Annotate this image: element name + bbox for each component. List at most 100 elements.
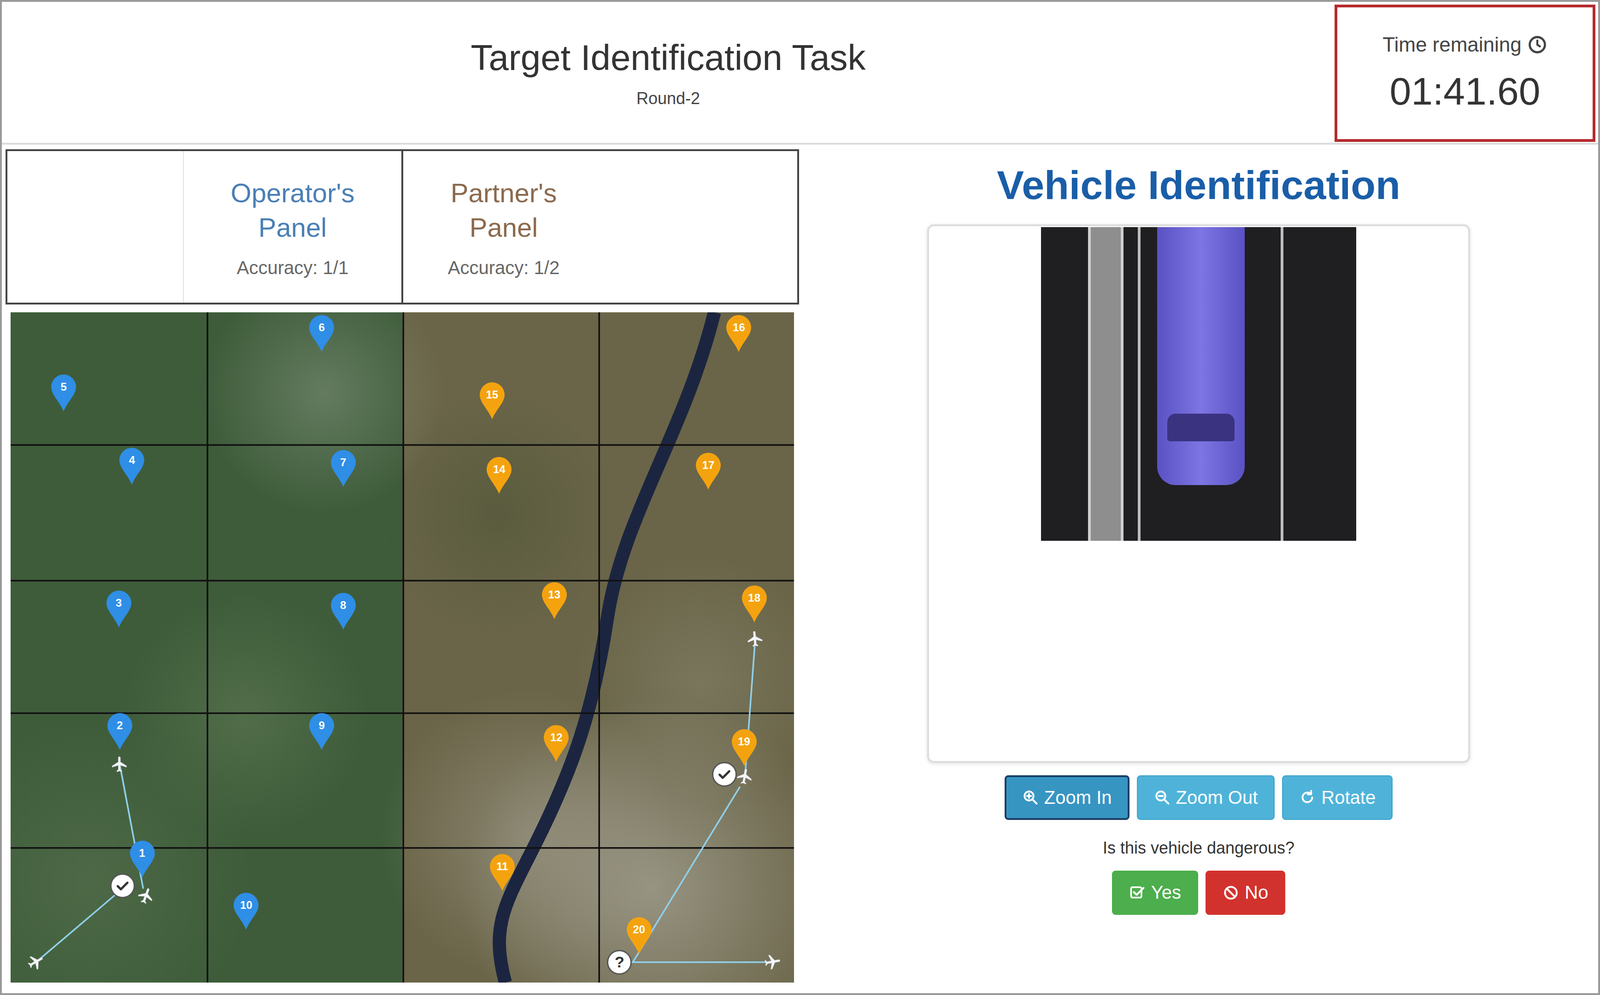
timer-label-text: Time remaining	[1382, 33, 1522, 57]
answer-button[interactable]: Yes	[1111, 870, 1199, 916]
panel-header: Operator's Panel Accuracy: 1/1 Partner's P…	[5, 149, 800, 305]
target-pin[interactable]: 2	[106, 712, 134, 752]
target-pin[interactable]: 17	[694, 452, 722, 491]
image-tool-button[interactable]: Zoom Out	[1136, 775, 1276, 821]
target-pin[interactable]: 6	[308, 314, 336, 353]
target-pin[interactable]: 10	[232, 892, 260, 931]
grid-line	[10, 444, 795, 447]
vehicle-title: Vehicle Identification	[996, 160, 1400, 210]
drone-icon[interactable]	[747, 630, 763, 648]
panel-header-rest	[604, 151, 798, 303]
answer-button[interactable]: No	[1205, 870, 1286, 916]
photo-road-edge	[1088, 227, 1124, 542]
target-pin[interactable]: 1	[129, 840, 156, 879]
pin-label: 11	[488, 853, 516, 881]
round-label: Round-2	[636, 88, 700, 109]
target-pin[interactable]: 14	[485, 456, 513, 495]
grid-line	[206, 312, 209, 983]
content: Operator's Panel Accuracy: 1/1 Partner's P…	[1, 144, 1599, 994]
image-tool-button[interactable]: Zoom In	[1004, 775, 1130, 821]
target-pin[interactable]: 4	[118, 447, 146, 486]
pin-label: 18	[741, 584, 768, 612]
answer-label: Yes	[1151, 882, 1182, 904]
target-pin[interactable]: 18	[741, 584, 768, 624]
pin-label: 14	[485, 456, 513, 483]
target-pin[interactable]: 16	[725, 314, 753, 353]
check-icon	[716, 766, 733, 783]
tool-label: Zoom Out	[1176, 787, 1259, 809]
grid-line	[10, 580, 795, 583]
target-pin[interactable]: 13	[541, 581, 568, 621]
title-area: Target Identification Task Round-2	[1, 1, 1335, 143]
pin-label: 1	[129, 840, 156, 867]
target-pin[interactable]: 19	[730, 728, 758, 768]
map-section: Operator's Panel Accuracy: 1/1 Partner's P…	[5, 149, 800, 994]
pin-label: 10	[232, 892, 260, 919]
image-tool-button[interactable]: Rotate	[1282, 775, 1393, 821]
answer-label: No	[1244, 882, 1269, 904]
target-pin[interactable]: 15	[478, 381, 506, 421]
task-title: Target Identification Task	[470, 36, 866, 79]
pin-label: 4	[118, 447, 146, 474]
pin-label: 17	[694, 452, 722, 479]
pin-label: 9	[308, 712, 336, 740]
panel-accuracy: Accuracy: 1/1	[236, 257, 349, 279]
target-pin[interactable]: 12	[542, 724, 570, 764]
checked-badge	[711, 762, 737, 788]
pin-label: 20	[625, 916, 653, 944]
grid-line	[10, 712, 795, 715]
pending-badge: ?	[606, 950, 632, 976]
target-pin[interactable]: 9	[308, 712, 336, 752]
target-pin[interactable]: 11	[488, 853, 516, 893]
drone-icon[interactable]	[25, 952, 47, 973]
pin-label: 12	[542, 724, 570, 752]
pin-label: 15	[478, 381, 506, 409]
target-identification-app: Target Identification Task Round-2 Time re…	[0, 0, 1600, 995]
vehicle-photo	[1041, 227, 1357, 542]
photo-windshield	[1167, 413, 1235, 442]
photo-vehicle	[1157, 227, 1245, 486]
pin-label: 8	[329, 592, 357, 619]
header: Target Identification Task Round-2 Time re…	[1, 1, 1599, 145]
drone-icon[interactable]	[111, 756, 127, 772]
rotate-icon	[1299, 789, 1316, 806]
panel-name: Operator's Panel	[200, 175, 385, 246]
tool-label: Rotate	[1321, 787, 1376, 809]
panel-name: Partner's Panel	[419, 175, 588, 246]
image-frame	[927, 224, 1471, 764]
grid-line	[598, 312, 600, 983]
tool-label: Zoom In	[1044, 787, 1112, 809]
danger-question: Is this vehicle dangerous?	[1102, 838, 1295, 859]
panel-summary: Partner's PanelAccuracy: 1/2	[403, 151, 605, 303]
drone-icon[interactable]	[736, 767, 754, 786]
photo-road-line	[1137, 227, 1141, 542]
pin-label: 13	[541, 581, 568, 609]
timer-label: Time remaining	[1382, 33, 1548, 57]
timer-box: Time remaining01:41.60	[1334, 4, 1596, 142]
flight-path	[619, 961, 773, 964]
photo-road-line	[1280, 227, 1284, 542]
pin-label: 3	[105, 589, 133, 617]
target-pin[interactable]: 7	[329, 449, 357, 489]
target-pin[interactable]: 8	[329, 592, 357, 631]
check-square-icon	[1129, 884, 1146, 902]
check-icon	[114, 877, 131, 895]
target-pin[interactable]: 5	[50, 373, 77, 413]
drone-icon[interactable]	[136, 886, 156, 906]
target-pin[interactable]: 3	[105, 589, 133, 629]
target-pin[interactable]: 20	[625, 916, 653, 956]
pin-label: 6	[308, 314, 336, 342]
pin-label: 7	[329, 449, 357, 477]
checked-badge	[110, 873, 136, 899]
drone-icon[interactable]	[763, 953, 782, 971]
pin-label: 2	[106, 712, 134, 740]
satellite-map[interactable]: 1234567891011121314151617181920?	[10, 312, 795, 983]
grid-line	[10, 847, 795, 850]
pin-label: 5	[50, 373, 77, 401]
image-tools: Zoom In Zoom Out Rotate	[1004, 775, 1393, 821]
answer-buttons: Yes No	[1111, 870, 1286, 916]
vehicle-identification: Vehicle Identification Zoom In Zoom Out Rot…	[799, 149, 1599, 994]
panel-summary: Operator's Panel Accuracy: 1/1	[183, 151, 404, 303]
panel-header-blank	[7, 151, 184, 303]
pin-label: 16	[725, 314, 753, 342]
